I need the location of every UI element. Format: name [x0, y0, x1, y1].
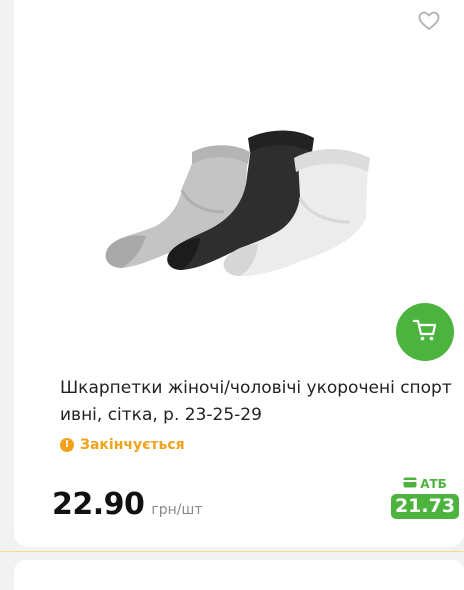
- add-to-cart-button[interactable]: [396, 303, 454, 361]
- regular-price: 22.90 грн/шт: [52, 487, 202, 522]
- club-price: АТБ 21.73: [390, 477, 460, 519]
- next-product-card[interactable]: [14, 560, 464, 590]
- club-price-value: 21.73: [390, 494, 460, 519]
- stock-status: ! Закінчується: [60, 437, 185, 453]
- exclamation-icon: !: [60, 438, 74, 452]
- price-value: 22.90: [52, 487, 145, 522]
- product-title[interactable]: Шкарпетки жіночі/чоловічі укорочені спор…: [60, 375, 460, 429]
- cart-icon: [412, 318, 438, 346]
- heart-icon[interactable]: [418, 11, 440, 31]
- section-divider: [0, 551, 464, 552]
- club-label: АТБ: [403, 477, 447, 491]
- product-card[interactable]: Шкарпетки жіночі/чоловічі укорочені спор…: [14, 0, 464, 547]
- card-icon: [403, 477, 417, 491]
- stock-status-label: Закінчується: [80, 437, 185, 453]
- club-label-text: АТБ: [420, 477, 447, 491]
- price-unit: грн/шт: [151, 502, 203, 518]
- product-image[interactable]: [84, 110, 414, 290]
